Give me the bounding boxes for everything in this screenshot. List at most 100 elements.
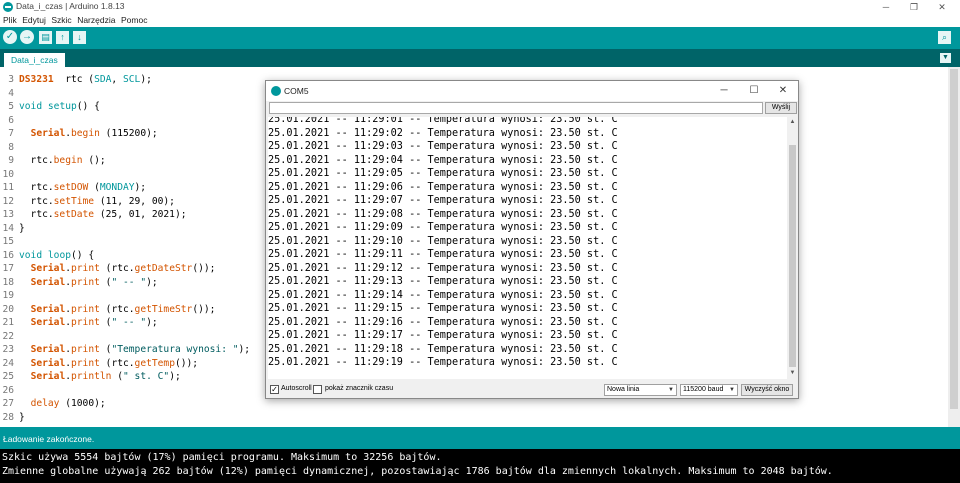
menu-tools[interactable]: Narzędzia [77, 14, 115, 27]
code-token: (11, 29, 00); [94, 195, 175, 207]
code-line[interactable]: 22 [0, 330, 19, 344]
code-line[interactable]: 7 Serial.begin (115200); [0, 127, 157, 141]
code-token: } [19, 411, 25, 423]
code-line[interactable]: 3 DS3231 rtc (SDA, SCL); [0, 73, 152, 87]
code-line[interactable]: 25 Serial.println (" st. C"); [0, 370, 180, 384]
menu-sketch[interactable]: Szkic [51, 14, 71, 27]
line-number: 24 [2, 357, 14, 369]
code-line[interactable]: 24 Serial.print (rtc.getTemp()); [0, 357, 198, 371]
serial-output-line: 25.01.2021 -- 11:29:19 -- Temperatura wy… [268, 357, 618, 368]
serial-maximize-button[interactable]: ☐ [744, 84, 764, 98]
serial-output-line: 25.01.2021 -- 11:29:03 -- Temperatura wy… [268, 141, 618, 152]
code-line[interactable]: 9 rtc.begin (); [0, 154, 105, 168]
menu-file[interactable]: Plik [3, 14, 17, 27]
line-number: 28 [2, 411, 14, 423]
code-line[interactable]: 4 [0, 87, 19, 101]
serial-scrollbar-thumb[interactable] [789, 145, 796, 367]
autoscroll-checkbox[interactable]: ✓ [270, 385, 279, 394]
code-line[interactable]: 27 delay (1000); [0, 397, 105, 411]
code-token: Serial [30, 317, 66, 328]
code-line[interactable]: 14} [0, 222, 24, 236]
code-line[interactable]: 16 void loop() { [0, 249, 94, 263]
serial-minimize-button[interactable]: ─ [714, 84, 734, 98]
editor-scrollbar-thumb[interactable] [950, 69, 958, 409]
code-line[interactable]: 21 Serial.print (" -- "); [0, 316, 157, 330]
code-token: void [19, 249, 43, 261]
serial-output-line: 25.01.2021 -- 11:29:17 -- Temperatura wy… [268, 330, 618, 341]
serial-output-line: 25.01.2021 -- 11:29:15 -- Temperatura wy… [268, 303, 618, 314]
code-line[interactable]: 15 [0, 235, 19, 249]
new-icon[interactable]: ▤ [39, 31, 52, 44]
menu-help[interactable]: Pomoc [121, 14, 147, 27]
line-number: 3 [8, 74, 14, 85]
line-number: 14 [2, 222, 14, 234]
code-line[interactable]: 17 Serial.print (rtc.getDateStr()); [0, 262, 215, 276]
scroll-down-icon[interactable]: ▼ [788, 369, 797, 378]
magnifier-icon[interactable]: ⌕ [938, 31, 951, 44]
send-button[interactable]: Wyślij [765, 102, 797, 114]
code-line[interactable]: 26 [0, 384, 19, 398]
line-ending-select[interactable]: Nowa linia ▼ [604, 384, 677, 396]
code-line[interactable]: 5 void setup() { [0, 100, 100, 114]
code-token: (rtc. [99, 303, 135, 315]
close-button[interactable]: ✕ [928, 0, 956, 14]
code-line[interactable]: 19 [0, 289, 19, 303]
serial-output[interactable]: 25.01.2021 -- 11:29:01 -- Temperatura wy… [268, 117, 787, 379]
clear-output-button[interactable]: Wyczyść okno [741, 384, 793, 396]
code-line[interactable]: 23 Serial.print ("Temperatura wynosi: ")… [0, 343, 250, 357]
line-number: 12 [2, 195, 14, 207]
code-line[interactable]: 20 Serial.print (rtc.getTimeStr()); [0, 303, 215, 317]
maximize-button[interactable]: ❐ [900, 0, 928, 14]
code-line[interactable]: 11 rtc.setDOW (MONDAY); [0, 181, 146, 195]
tab-menu-chevron-down-icon[interactable]: ▼ [940, 53, 951, 63]
code-line[interactable]: 28} [0, 411, 25, 425]
serial-scrollbar[interactable]: ▲ ▼ [787, 117, 798, 379]
code-token: Serial [30, 344, 66, 355]
save-icon[interactable]: ↓ [73, 31, 86, 44]
code-token: ( [99, 276, 112, 288]
baud-select[interactable]: 115200 baud ▼ [680, 384, 738, 396]
code-token: rtc. [19, 182, 54, 193]
line-number: 18 [2, 276, 14, 288]
serial-output-line: 25.01.2021 -- 11:29:07 -- Temperatura wy… [268, 195, 618, 206]
code-token: print [71, 276, 100, 288]
serial-close-button[interactable]: ✕ [773, 84, 793, 98]
window-title: Data_i_czas | Arduino 1.8.13 [16, 1, 125, 11]
upload-icon[interactable]: → [20, 30, 34, 44]
verify-icon[interactable]: ✓ [3, 30, 17, 44]
code-token: rtc. [19, 155, 54, 166]
serial-output-line: 25.01.2021 -- 11:29:10 -- Temperatura wy… [268, 235, 618, 247]
code-line[interactable]: 10 [0, 168, 19, 182]
code-token: ()); [192, 263, 216, 274]
serial-output-line: 25.01.2021 -- 11:29:09 -- Temperatura wy… [268, 222, 618, 233]
code-line[interactable]: 12 rtc.setTime (11, 29, 00); [0, 195, 175, 209]
code-token: rtc. [19, 195, 54, 207]
chevron-down-icon: ▼ [668, 387, 674, 393]
serial-send-input[interactable] [269, 102, 763, 114]
timestamp-checkbox[interactable] [313, 385, 322, 394]
code-line[interactable]: 6 [0, 114, 19, 128]
line-number: 5 [8, 101, 14, 112]
editor-scrollbar[interactable] [948, 67, 960, 427]
serial-monitor-titlebar: COM5 ─ ☐ ✕ [266, 81, 798, 101]
window-titlebar: Data_i_czas | Arduino 1.8.13 ─ ❐ ✕ [0, 0, 960, 14]
baud-value: 115200 baud [683, 386, 724, 393]
minimize-button[interactable]: ─ [872, 0, 900, 14]
code-token: getTimeStr [134, 303, 193, 315]
line-number: 11 [2, 182, 14, 193]
open-icon[interactable]: ↑ [56, 31, 69, 44]
serial-output-line: 25.01.2021 -- 11:29:16 -- Temperatura wy… [268, 316, 618, 328]
code-token: () { [71, 249, 95, 261]
serial-monitor-window: COM5 ─ ☐ ✕ Wyślij 25.01.2021 -- 11:29:01… [265, 80, 799, 399]
code-line[interactable]: 8 [0, 141, 19, 155]
code-line[interactable]: 18 Serial.print (" -- "); [0, 276, 157, 290]
code-token: delay [30, 398, 60, 409]
tab-sketch[interactable]: Data_i_czas [4, 53, 65, 67]
code-line[interactable]: 13 rtc.setDate (25, 01, 2021); [0, 208, 186, 222]
scroll-up-icon[interactable]: ▲ [788, 118, 797, 127]
line-number: 13 [2, 209, 14, 220]
menu-edit[interactable]: Edytuj [22, 14, 46, 27]
